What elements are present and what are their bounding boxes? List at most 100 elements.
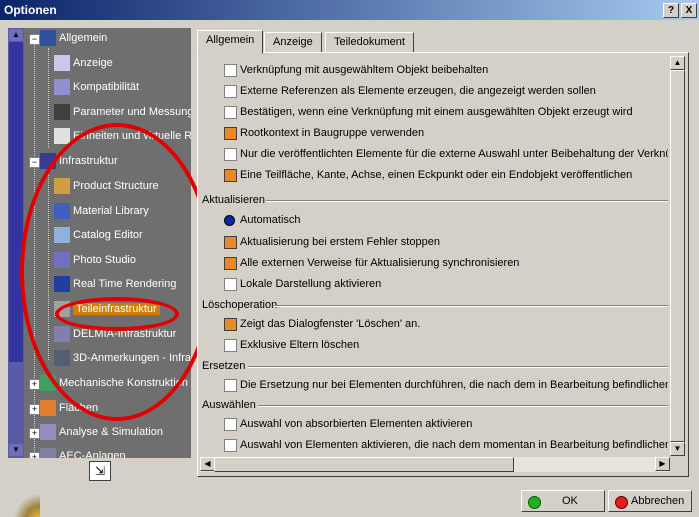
title-bar: Optionen ? X [0,0,699,20]
tree-scroll-thumb[interactable] [9,42,23,362]
expand-infrastruktur-icon[interactable]: − [29,157,40,168]
annotations-icon [54,350,70,367]
tab-anzeige[interactable]: Anzeige [264,32,322,54]
option-rootkontext[interactable]: Rootkontext in Baugruppe verwenden [224,124,424,142]
surfaces-icon [40,400,56,417]
option-auswahl-nach-bearbeitung[interactable]: Auswahl von Elementen aktivieren, die na… [224,436,668,454]
tree-node-allgemein[interactable]: Allgemein [40,28,107,48]
tree-node-kompatibilitaet[interactable]: Kompatibilität [54,77,139,97]
options-tree[interactable]: ▲ ▼ − Allgemein Anzeige Kompatibilität P… [8,28,191,458]
tree-scrollbar[interactable]: ▲ ▼ [8,28,24,458]
delmia-icon [54,326,70,343]
option-nur-veroeffentlichte[interactable]: Nur die veröffentlichten Elemente für di… [224,145,668,163]
checkbox[interactable] [224,85,237,98]
checkbox-checked[interactable] [224,169,237,182]
scroll-left-icon[interactable]: ◀ [200,457,215,471]
option-exklusive-eltern[interactable]: Exklusive Eltern löschen [224,336,359,354]
tree-node-delmia[interactable]: DELMIA-Infrastruktur [54,324,176,344]
help-button[interactable]: ? [663,3,679,18]
close-button[interactable]: X [681,3,697,18]
tree-node-material-library[interactable]: Material Library [54,201,149,221]
vertical-scroll-thumb[interactable] [670,70,685,442]
tree-node-aec[interactable]: AEC-Anlagen [40,446,126,458]
product-structure-icon [54,178,70,195]
expand-mechanische-icon[interactable]: + [29,379,40,390]
option-ersetzung[interactable]: Die Ersetzung nur bei Elementen durchfüh… [224,376,668,394]
option-automatisch[interactable]: Automatisch [224,211,301,229]
units-icon [54,128,70,145]
option-absorbierte-elemente[interactable]: Auswahl von absorbierten Elementen aktiv… [224,415,472,433]
option-dialog-loeschen[interactable]: Zeigt das Dialogfenster 'Löschen' an. [224,315,420,333]
bottom-left-graphic [0,490,40,517]
checkbox[interactable] [224,439,237,452]
checkbox-checked[interactable] [224,257,237,270]
option-lokale-darstellung[interactable]: Lokale Darstellung aktivieren [224,275,381,293]
tree-node-parameter[interactable]: Parameter und Messung [54,102,191,122]
expand-allgemein-icon[interactable]: − [29,34,40,45]
tree-scroll-down-icon[interactable]: ▼ [9,444,23,456]
option-verknuepfung-beibehalten[interactable]: Verknüpfung mit ausgewähltem Objekt beib… [224,61,488,79]
material-library-icon [54,203,70,220]
option-externe-verweise[interactable]: Alle externen Verweise für Aktualisierun… [224,254,519,272]
options-content: Verknüpfung mit ausgewähltem Objekt beib… [200,56,668,456]
aec-icon [40,448,56,458]
analysis-icon [40,424,56,441]
vertical-scrollbar[interactable]: ▲ ▼ [670,56,685,456]
checkbox[interactable] [224,64,237,77]
checkbox[interactable] [224,339,237,352]
scroll-up-icon[interactable]: ▲ [670,56,685,70]
checkbox[interactable] [224,418,237,431]
checkbox[interactable] [224,106,237,119]
catalog-editor-icon [54,227,70,244]
checkbox-checked[interactable] [224,236,237,249]
compatibility-icon [54,79,70,96]
checkbox[interactable] [224,379,237,392]
tab-allgemein[interactable]: Allgemein [197,30,264,54]
expand-aec-icon[interactable]: + [29,452,40,458]
ok-button[interactable]: OK [521,490,605,512]
parameters-icon [54,104,70,121]
expand-flaechen-icon[interactable]: + [29,404,40,415]
option-bestaetigen[interactable]: Bestätigen, wenn eine Verknüpfung mit ei… [224,103,633,121]
scroll-right-icon[interactable]: ▶ [655,457,670,471]
radio-selected[interactable] [224,215,235,226]
cancel-button[interactable]: Abbrechen [608,490,692,512]
tree-node-anzeige[interactable]: Anzeige [54,53,113,73]
tab-teiledokument[interactable]: Teiledokument [325,32,414,54]
tree-node-mechanische-konstruktion[interactable]: Mechanische Konstruktion [40,373,188,393]
tree-node-einheiten[interactable]: Einheiten und virtuelle Re [54,126,191,146]
tree-node-product-structure[interactable]: Product Structure [54,176,159,196]
checkbox[interactable] [224,148,237,161]
tree-node-flaechen[interactable]: Flächen [40,398,98,418]
horizontal-scrollbar[interactable]: ◀ ▶ [200,457,670,472]
option-aktualisierung-stoppen[interactable]: Aktualisierung bei erstem Fehler stoppen [224,233,440,251]
tree-node-catalog-editor[interactable]: Catalog Editor [54,225,143,245]
section-auswaehlen: Auswählen [202,398,668,412]
option-externe-referenzen[interactable]: Externe Referenzen als Elemente erzeugen… [224,82,596,100]
pin-icon[interactable]: ⇲ [89,461,111,481]
general-icon [40,30,56,47]
mechanical-design-icon [40,375,56,392]
part-infrastructure-icon [54,301,70,318]
checkbox[interactable] [224,278,237,291]
selected-label: Teileinfrastruktur [73,303,160,315]
window-title: Optionen [4,3,57,17]
tree-scroll-up-icon[interactable]: ▲ [9,29,23,41]
tree-node-analyse-simulation[interactable]: Analyse & Simulation [40,422,163,442]
tree-node-3d-annotations[interactable]: 3D-Anmerkungen - Infra [54,348,191,368]
cancel-icon [615,496,628,509]
tree-node-teileinfrastruktur[interactable]: Teileinfrastruktur [54,299,160,319]
section-ersetzen: Ersetzen [202,359,668,373]
option-teilflaeche-veroeffentlichen[interactable]: Eine Teilfläche, Kante, Achse, einen Eck… [224,166,632,184]
section-aktualisieren: Aktualisieren [202,193,668,207]
tree-node-photo-studio[interactable]: Photo Studio [54,250,136,270]
ok-icon [528,496,541,509]
tree-node-real-time-rendering[interactable]: Real Time Rendering [54,274,176,294]
checkbox-checked[interactable] [224,127,237,140]
checkbox-checked[interactable] [224,318,237,331]
display-icon [54,55,70,72]
horizontal-scroll-thumb[interactable] [214,457,514,472]
scroll-down-icon[interactable]: ▼ [670,442,685,456]
expand-analyse-icon[interactable]: + [29,428,40,439]
tree-node-infrastruktur[interactable]: Infrastruktur [40,151,118,171]
